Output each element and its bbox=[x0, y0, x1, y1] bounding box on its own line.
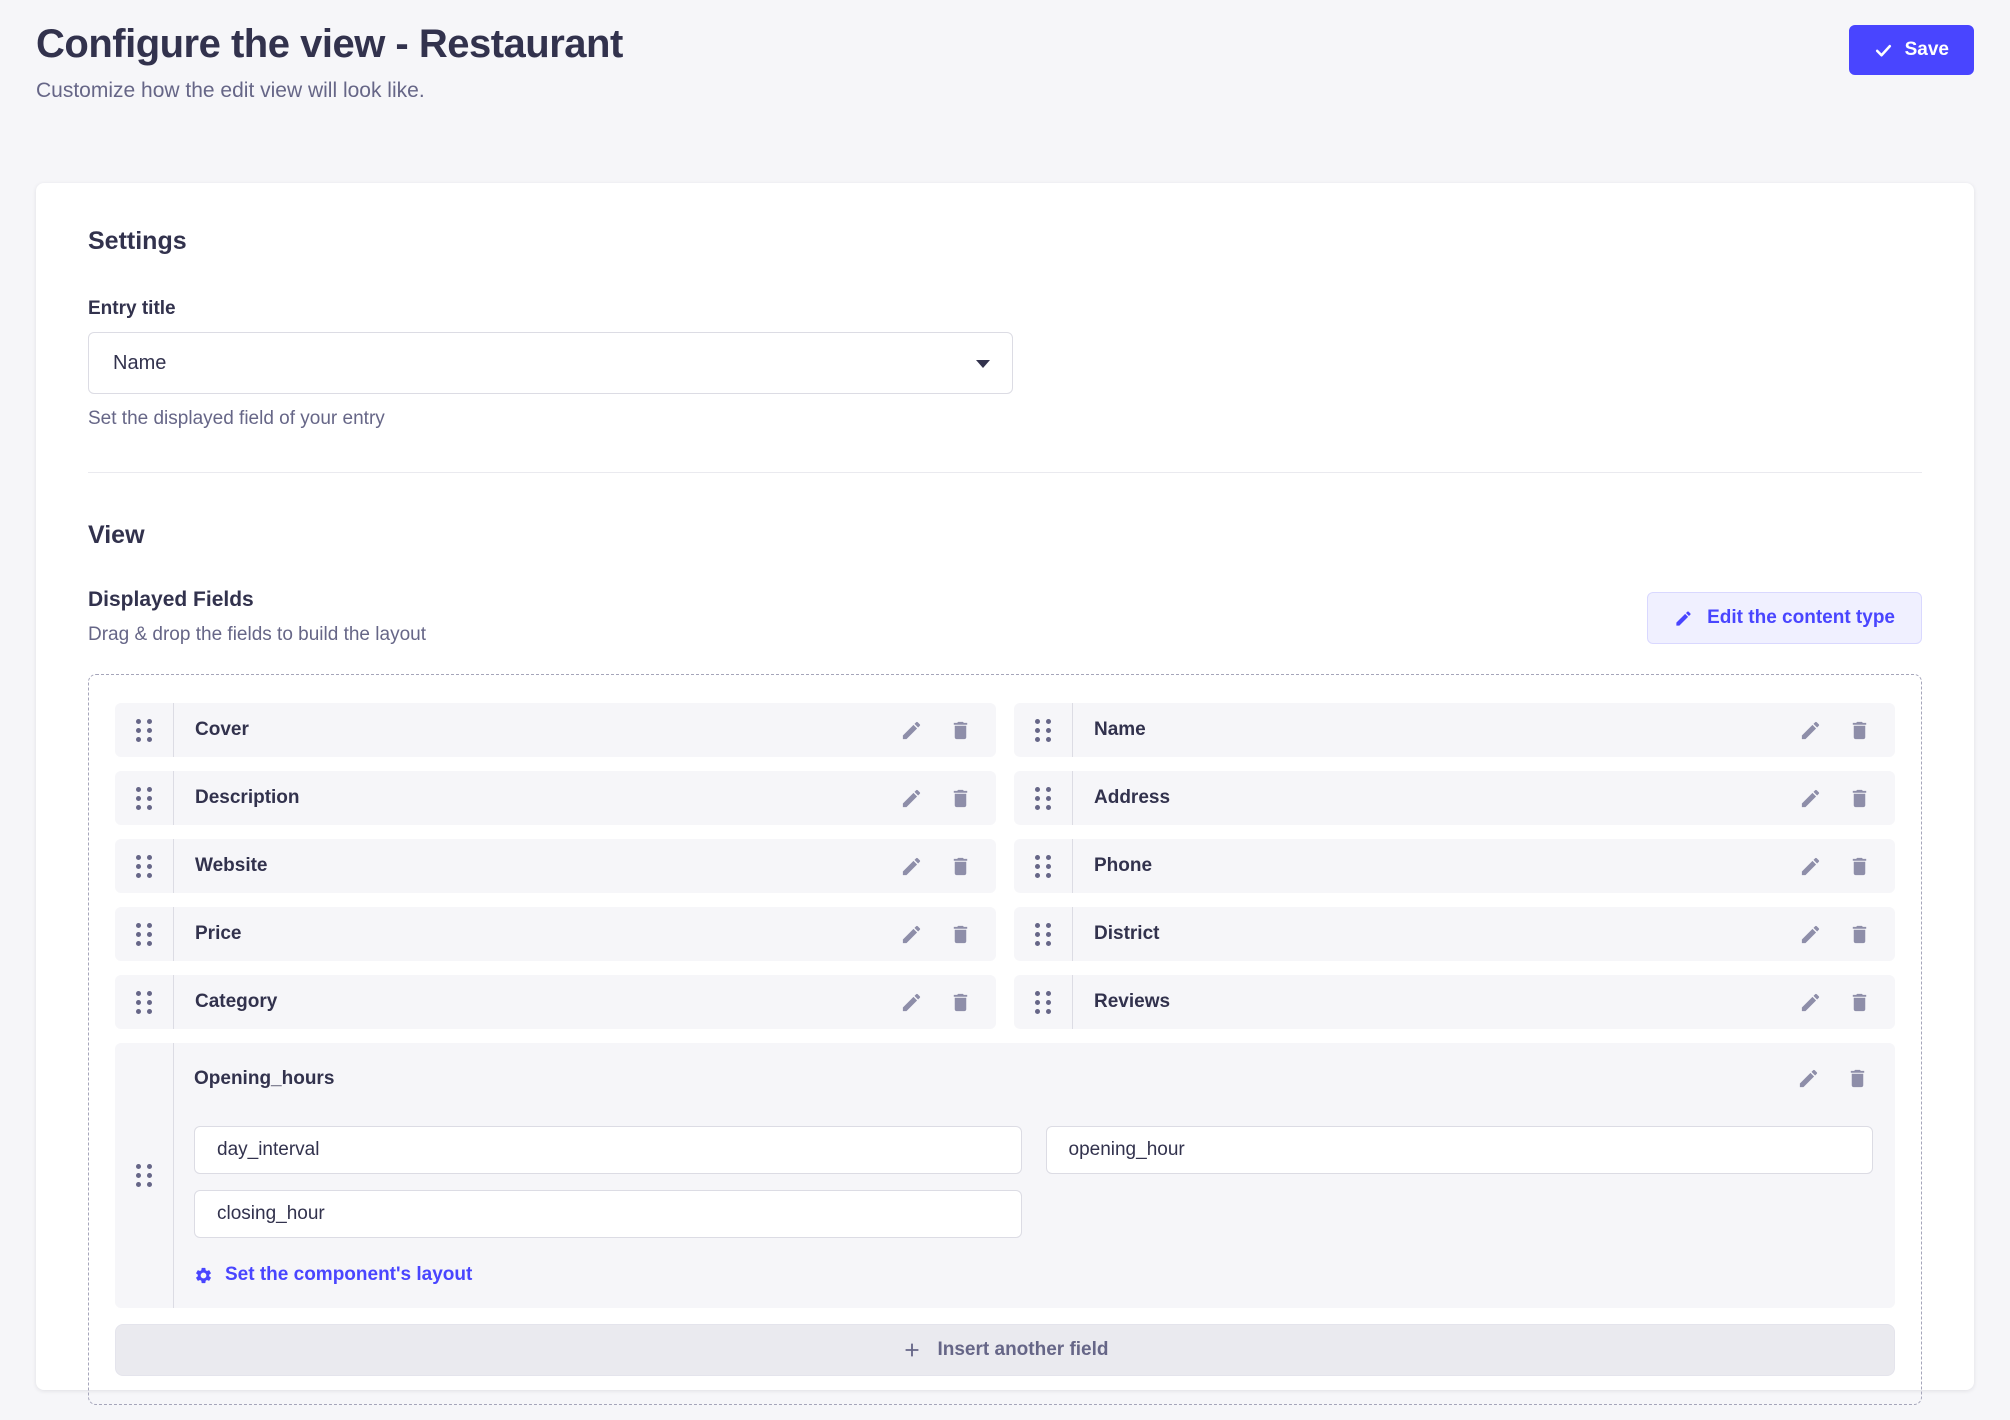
edit-content-type-button[interactable]: Edit the content type bbox=[1647, 592, 1922, 644]
field-row-price[interactable]: Price bbox=[115, 907, 996, 961]
drag-handle-icon[interactable] bbox=[1014, 975, 1073, 1029]
displayed-fields-header: Displayed Fields Drag & drop the fields … bbox=[88, 588, 1922, 646]
entry-title-label: Entry title bbox=[88, 298, 1922, 320]
plus-icon bbox=[901, 1339, 923, 1361]
drag-handle-icon[interactable] bbox=[115, 839, 174, 893]
field-label: Category bbox=[174, 975, 900, 1029]
drag-handle-icon[interactable] bbox=[1014, 907, 1073, 961]
field-row-reviews[interactable]: Reviews bbox=[1014, 975, 1895, 1029]
pencil-icon bbox=[1674, 609, 1693, 628]
section-divider bbox=[88, 472, 1922, 473]
chevron-down-icon bbox=[976, 360, 990, 368]
drag-handle-icon[interactable] bbox=[115, 975, 174, 1029]
fields-grid: Cover Name Description bbox=[115, 703, 1895, 1308]
field-row-category[interactable]: Category bbox=[115, 975, 996, 1029]
field-label: Reviews bbox=[1073, 975, 1799, 1029]
field-label: Price bbox=[174, 907, 900, 961]
component-row-opening-hours[interactable]: Opening_hours day_interval opening_hour … bbox=[115, 1043, 1895, 1308]
field-label: Cover bbox=[174, 703, 900, 757]
field-label: Website bbox=[174, 839, 900, 893]
drag-handle-icon[interactable] bbox=[115, 1043, 174, 1308]
fields-drop-zone: Cover Name Description bbox=[88, 674, 1922, 1405]
gear-icon bbox=[194, 1266, 213, 1285]
component-subfield-closing-hour[interactable]: closing_hour bbox=[194, 1190, 1022, 1238]
field-label: Address bbox=[1073, 771, 1799, 825]
insert-another-field-label: Insert another field bbox=[937, 1339, 1108, 1361]
field-label: District bbox=[1073, 907, 1799, 961]
edit-field-icon[interactable] bbox=[900, 787, 923, 810]
drag-handle-icon[interactable] bbox=[115, 771, 174, 825]
delete-field-icon[interactable] bbox=[1848, 719, 1871, 742]
drag-handle-icon[interactable] bbox=[115, 703, 174, 757]
settings-heading: Settings bbox=[88, 227, 1922, 256]
insert-another-field-button[interactable]: Insert another field bbox=[115, 1324, 1895, 1376]
configure-view-card: Settings Entry title Name Set the displa… bbox=[36, 183, 1974, 1390]
component-title: Opening_hours bbox=[194, 1068, 334, 1090]
field-row-cover[interactable]: Cover bbox=[115, 703, 996, 757]
check-icon bbox=[1874, 41, 1893, 60]
field-label: Description bbox=[174, 771, 900, 825]
field-row-district[interactable]: District bbox=[1014, 907, 1895, 961]
view-heading: View bbox=[88, 521, 1922, 550]
entry-title-helper: Set the displayed field of your entry bbox=[88, 408, 1922, 430]
page-subtitle: Customize how the edit view will look li… bbox=[36, 79, 1974, 103]
edit-field-icon[interactable] bbox=[1799, 719, 1822, 742]
drag-handle-icon[interactable] bbox=[115, 907, 174, 961]
field-label: Phone bbox=[1073, 839, 1799, 893]
save-button-label: Save bbox=[1905, 39, 1949, 61]
edit-field-icon[interactable] bbox=[1799, 991, 1822, 1014]
drag-handle-icon[interactable] bbox=[1014, 839, 1073, 893]
edit-field-icon[interactable] bbox=[900, 719, 923, 742]
entry-title-selected-value: Name bbox=[113, 352, 166, 375]
delete-field-icon[interactable] bbox=[949, 991, 972, 1014]
component-subfield-day-interval[interactable]: day_interval bbox=[194, 1126, 1022, 1174]
save-button[interactable]: Save bbox=[1849, 25, 1974, 75]
field-row-name[interactable]: Name bbox=[1014, 703, 1895, 757]
edit-field-icon[interactable] bbox=[1799, 923, 1822, 946]
edit-field-icon[interactable] bbox=[1797, 1067, 1820, 1090]
delete-field-icon[interactable] bbox=[949, 923, 972, 946]
edit-field-icon[interactable] bbox=[1799, 855, 1822, 878]
edit-field-icon[interactable] bbox=[900, 855, 923, 878]
edit-field-icon[interactable] bbox=[900, 991, 923, 1014]
delete-field-icon[interactable] bbox=[949, 719, 972, 742]
page-header: Configure the view - Restaurant Customiz… bbox=[0, 0, 2010, 103]
field-row-phone[interactable]: Phone bbox=[1014, 839, 1895, 893]
set-component-layout-label: Set the component's layout bbox=[225, 1264, 472, 1286]
edit-field-icon[interactable] bbox=[1799, 787, 1822, 810]
field-label: Name bbox=[1073, 703, 1799, 757]
delete-field-icon[interactable] bbox=[1846, 1067, 1869, 1090]
field-row-description[interactable]: Description bbox=[115, 771, 996, 825]
drag-handle-icon[interactable] bbox=[1014, 771, 1073, 825]
delete-field-icon[interactable] bbox=[949, 855, 972, 878]
edit-field-icon[interactable] bbox=[900, 923, 923, 946]
displayed-fields-title: Displayed Fields bbox=[88, 588, 426, 612]
delete-field-icon[interactable] bbox=[1848, 991, 1871, 1014]
field-row-address[interactable]: Address bbox=[1014, 771, 1895, 825]
drag-handle-icon[interactable] bbox=[1014, 703, 1073, 757]
set-component-layout-link[interactable]: Set the component's layout bbox=[194, 1264, 472, 1286]
edit-content-type-label: Edit the content type bbox=[1707, 607, 1895, 629]
delete-field-icon[interactable] bbox=[1848, 923, 1871, 946]
delete-field-icon[interactable] bbox=[1848, 855, 1871, 878]
delete-field-icon[interactable] bbox=[949, 787, 972, 810]
displayed-fields-hint: Drag & drop the fields to build the layo… bbox=[88, 624, 426, 646]
component-subfield-opening-hour[interactable]: opening_hour bbox=[1046, 1126, 1874, 1174]
page-title: Configure the view - Restaurant bbox=[36, 22, 1974, 67]
field-row-website[interactable]: Website bbox=[115, 839, 996, 893]
delete-field-icon[interactable] bbox=[1848, 787, 1871, 810]
entry-title-select[interactable]: Name bbox=[88, 332, 1013, 394]
